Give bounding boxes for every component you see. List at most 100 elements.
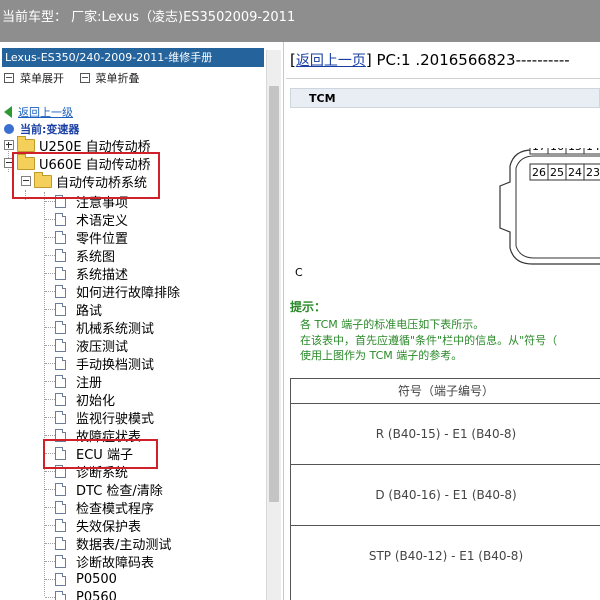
- tree-item-label: P0560: [76, 589, 117, 600]
- tree-item-label: 数据表/主动测试: [76, 537, 172, 553]
- tree-item[interactable]: 初始化: [55, 390, 116, 409]
- highlight-box: [12, 152, 160, 199]
- connector-pin-number: 14: [586, 148, 600, 153]
- document-icon: [55, 518, 66, 532]
- tree-item-label: 如何进行故障排除: [76, 285, 181, 301]
- tree-line: [45, 417, 55, 418]
- tree-item[interactable]: DTC 检查/清除: [55, 480, 163, 499]
- title-bar: 当前车型： 厂家:Lexus（凌志)ES3502009-2011: [0, 0, 600, 42]
- tree-item[interactable]: 手动换档测试: [55, 354, 155, 373]
- folder-icon: [17, 135, 35, 152]
- tree-item[interactable]: 诊断故障码表: [55, 552, 154, 571]
- tree-line: [45, 309, 55, 310]
- tree-item[interactable]: 如何进行故障排除: [55, 282, 181, 301]
- tree-line: [45, 273, 55, 274]
- tree-item-label: 系统描述: [76, 267, 129, 283]
- table-row: STP (B40-12) - E1 (B40-8): [368, 549, 524, 563]
- tree-item[interactable]: 系统描述: [55, 264, 129, 283]
- document-icon: [55, 266, 66, 280]
- expand-toggle-icon[interactable]: [4, 140, 14, 150]
- window-title: 当前车型： 厂家:Lexus（凌志)ES3502009-2011: [2, 10, 296, 25]
- tree-item-label: 零件位置: [76, 231, 129, 247]
- document-icon: [55, 212, 66, 226]
- back-to-previous-page-link[interactable]: 返回上一页: [296, 53, 366, 69]
- tree-item-label: 路试: [76, 303, 103, 319]
- tree-line: [45, 507, 55, 508]
- tree-line: [45, 291, 55, 292]
- document-icon: [55, 356, 66, 370]
- tree-line: [45, 525, 55, 526]
- tree-item-label: 手动换档测试: [76, 357, 155, 373]
- tree-item[interactable]: 数据表/主动测试: [55, 534, 172, 553]
- tree-item[interactable]: 零件位置: [55, 228, 129, 247]
- tree-line: [45, 201, 55, 202]
- connector-pin-number: 16: [550, 148, 564, 153]
- menu-toolbar: 菜单展开 菜单折叠: [4, 70, 152, 86]
- tree-line: [45, 381, 55, 382]
- connector-pin-number: 26: [532, 166, 546, 179]
- document-icon: [55, 590, 66, 600]
- table-row: D (B40-16) - E1 (B40-8): [291, 465, 600, 526]
- document-icon: [55, 392, 66, 406]
- document-icon: [55, 230, 66, 244]
- tree-item[interactable]: 注册: [55, 372, 103, 391]
- tip-line: 在该表中，首先应遵循"条件"栏中的信息。从"符号（: [300, 334, 558, 347]
- collapse-menu-button[interactable]: 菜单折叠: [79, 70, 140, 86]
- scrollbar-thumb[interactable]: [269, 86, 279, 502]
- left-scrollbar[interactable]: [266, 50, 281, 600]
- tree-line: [45, 489, 55, 490]
- left-nav-panel: Lexus-ES350/240-2009-2011-维修手册 菜单展开 菜单折叠…: [0, 42, 284, 600]
- connector-pin-number: 15: [568, 148, 582, 153]
- content-panel: [返回上一页] PC:1 .2016566823---------- TCM 7…: [286, 42, 600, 600]
- collapse-icon: [79, 73, 90, 83]
- tree-item-label: 失效保护表: [76, 519, 142, 535]
- connector-pin-grid: 7651716151426252423: [529, 148, 600, 181]
- tree-line: [45, 579, 55, 580]
- back-to-parent-link[interactable]: 返回上一级: [4, 104, 73, 120]
- tree-line: [45, 237, 55, 238]
- document-icon: [55, 482, 66, 496]
- expand-menu-button[interactable]: 菜单展开: [4, 70, 64, 86]
- tree-item[interactable]: 检查模式程序: [55, 498, 155, 517]
- expand-menu-label: 菜单展开: [20, 72, 64, 85]
- tree-item-label: 监视行驶模式: [76, 411, 155, 427]
- divider: [286, 78, 600, 79]
- tree-line: [45, 255, 55, 256]
- tree-item[interactable]: 系统图: [55, 246, 115, 265]
- document-icon: [55, 374, 66, 388]
- tree-item-label: 检查模式程序: [76, 501, 155, 517]
- table-row: R (B40-15) - E1 (B40-8): [291, 404, 600, 465]
- tip-line: 使用上图作为 TCM 端子的参考。: [300, 349, 463, 362]
- connector-pin-number: 23: [586, 166, 600, 179]
- tree-item[interactable]: 失效保护表: [55, 516, 142, 535]
- tree-item-label: 初始化: [76, 393, 116, 409]
- tree-item-label: DTC 检查/清除: [76, 483, 163, 499]
- tree-item[interactable]: 机械系统测试: [55, 318, 155, 337]
- tip-title: 提示：: [290, 300, 327, 314]
- tree-item[interactable]: P0500: [55, 570, 117, 588]
- tree-item[interactable]: 术语定义: [55, 210, 128, 229]
- document-icon: [55, 248, 66, 262]
- page-code: PC:1 .2016566823----------: [376, 51, 570, 69]
- tree-item-label: 机械系统测试: [76, 321, 155, 337]
- tree-line: [45, 219, 55, 220]
- tree-item[interactable]: P0560: [55, 588, 117, 600]
- back-to-parent-label: 返回上一级: [18, 106, 73, 119]
- document-icon: [55, 284, 66, 298]
- location-icon: [4, 124, 14, 134]
- tree-item[interactable]: 监视行驶模式: [55, 408, 155, 427]
- tree-line: [45, 561, 55, 562]
- tree-item[interactable]: 液压测试: [55, 336, 128, 355]
- document-icon: [55, 536, 66, 550]
- collapse-menu-label: 菜单折叠: [95, 72, 140, 85]
- connector-label: C: [295, 266, 303, 279]
- tree-item-label: 注册: [76, 375, 103, 391]
- tree-line: [45, 597, 55, 598]
- tree-line: [45, 543, 55, 544]
- tree-item[interactable]: 路试: [55, 300, 103, 319]
- tip-line: 各 TCM 端子的标准电压如下表所示。: [300, 318, 485, 331]
- connector-pin-number: 17: [532, 148, 546, 153]
- document-icon: [55, 302, 66, 316]
- tree-item-label: P0500: [76, 571, 117, 587]
- document-icon: [55, 572, 66, 586]
